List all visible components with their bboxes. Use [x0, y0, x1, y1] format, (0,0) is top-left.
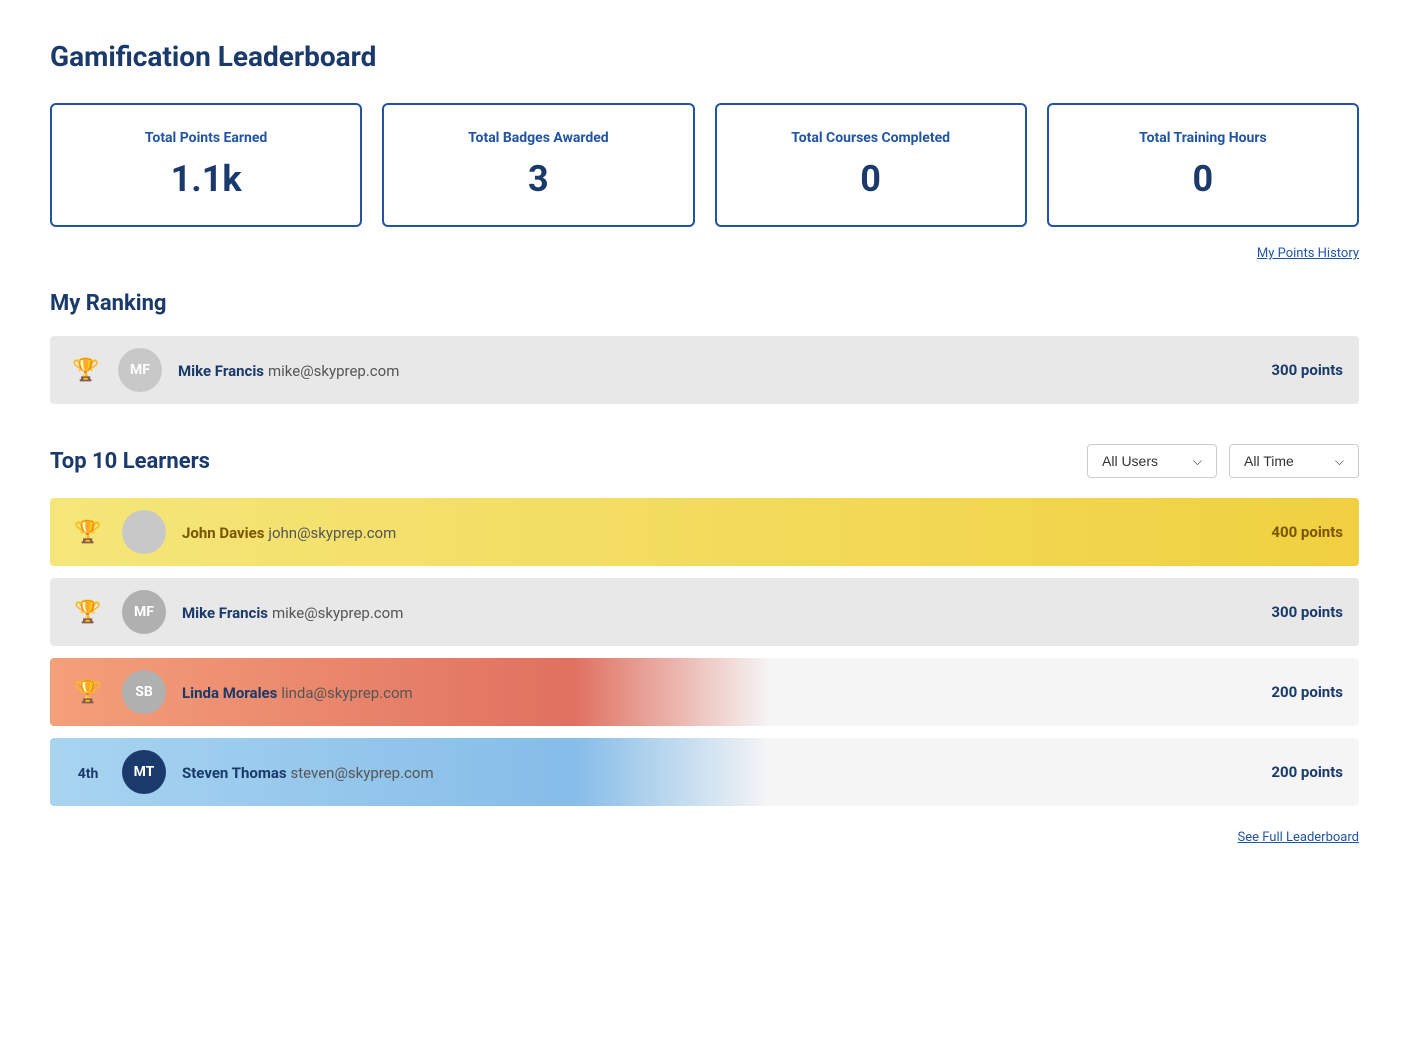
- learner-email-2: linda@skyprep.com: [281, 684, 412, 702]
- stat-value-2: 0: [737, 158, 1005, 200]
- rank-cell-0: 🏆: [66, 520, 110, 545]
- learner-email-1: mike@skyprep.com: [272, 604, 403, 622]
- stat-card-2: Total Courses Completed 0: [715, 103, 1027, 227]
- learner-row: 🏆SBLinda Morales linda@skyprep.com200 po…: [50, 658, 1359, 726]
- gold-trophy-icon: 🏆: [74, 520, 101, 545]
- my-ranking-avatar: MF: [118, 348, 162, 392]
- see-full-link-container: See Full Leaderboard: [50, 826, 1359, 845]
- points-history-link-container: My Points History: [50, 242, 1359, 261]
- chevron-down-icon-2: ⌵: [1335, 454, 1344, 469]
- page-title: Gamification Leaderboard: [50, 40, 1359, 73]
- learner-info-2: Linda Morales linda@skyprep.com: [182, 683, 1271, 702]
- stat-value-0: 1.1k: [72, 158, 340, 200]
- avatar-3: MT: [122, 750, 166, 794]
- rank-cell-2: 🏆: [66, 680, 110, 705]
- learner-email-0: john@skyprep.com: [268, 524, 396, 542]
- learner-row: 4thMTSteven Thomas steven@skyprep.com200…: [50, 738, 1359, 806]
- my-ranking-name: Mike Francis: [178, 362, 264, 380]
- learner-points-1: 300 points: [1271, 603, 1343, 621]
- stat-label-1: Total Badges Awarded: [404, 130, 672, 146]
- stat-label-0: Total Points Earned: [72, 130, 340, 146]
- avatar-0: [122, 510, 166, 554]
- learners-list: 🏆John Davies john@skyprep.com400 points🏆…: [50, 498, 1359, 806]
- learner-name-1: Mike Francis: [182, 604, 268, 622]
- rank-cell-1: 🏆: [66, 600, 110, 625]
- filter-time-label: All Time: [1244, 453, 1294, 469]
- top10-header: Top 10 Learners All Users ⌵ All Time ⌵: [50, 444, 1359, 478]
- my-ranking-email: mike@skyprep.com: [268, 362, 399, 380]
- stat-label-3: Total Training Hours: [1069, 130, 1337, 146]
- learner-points-0: 400 points: [1271, 523, 1343, 541]
- my-rank-trophy-icon: 🏆: [66, 358, 106, 383]
- learner-points-3: 200 points: [1271, 763, 1343, 781]
- filter-dropdowns: All Users ⌵ All Time ⌵: [1087, 444, 1359, 478]
- points-history-link[interactable]: My Points History: [1257, 246, 1359, 261]
- stat-value-3: 0: [1069, 158, 1337, 200]
- silver-trophy-icon: 🏆: [74, 600, 101, 625]
- avatar-2: SB: [122, 670, 166, 714]
- my-ranking-points: 300 points: [1271, 361, 1343, 379]
- learner-points-2: 200 points: [1271, 683, 1343, 701]
- avatar-1: MF: [122, 590, 166, 634]
- chevron-down-icon: ⌵: [1193, 454, 1202, 469]
- stat-value-1: 3: [404, 158, 672, 200]
- see-full-leaderboard-link[interactable]: See Full Leaderboard: [1238, 830, 1360, 845]
- my-ranking-title: My Ranking: [50, 291, 1359, 316]
- filter-users-label: All Users: [1102, 453, 1158, 469]
- rank-cell-3: 4th: [66, 763, 110, 782]
- top10-title: Top 10 Learners: [50, 449, 1087, 474]
- stats-grid: Total Points Earned 1.1k Total Badges Aw…: [50, 103, 1359, 227]
- stat-card-0: Total Points Earned 1.1k: [50, 103, 362, 227]
- my-ranking-info: Mike Francis mike@skyprep.com: [178, 361, 1271, 380]
- bronze-trophy-icon: 🏆: [74, 680, 101, 705]
- learner-name-3: Steven Thomas: [182, 764, 287, 782]
- learner-name-0: John Davies: [182, 524, 264, 542]
- stat-card-1: Total Badges Awarded 3: [382, 103, 694, 227]
- learner-info-3: Steven Thomas steven@skyprep.com: [182, 763, 1271, 782]
- learner-email-3: steven@skyprep.com: [291, 764, 434, 782]
- rank-number-3: 4th: [78, 766, 99, 782]
- learner-row: 🏆MFMike Francis mike@skyprep.com300 poin…: [50, 578, 1359, 646]
- learner-info-0: John Davies john@skyprep.com: [182, 523, 1271, 542]
- learner-info-1: Mike Francis mike@skyprep.com: [182, 603, 1271, 622]
- learner-name-2: Linda Morales: [182, 684, 277, 702]
- learner-row: 🏆John Davies john@skyprep.com400 points: [50, 498, 1359, 566]
- stat-card-3: Total Training Hours 0: [1047, 103, 1359, 227]
- top10-section: Top 10 Learners All Users ⌵ All Time ⌵ 🏆…: [50, 444, 1359, 845]
- stat-label-2: Total Courses Completed: [737, 130, 1005, 146]
- my-ranking-section: My Ranking 🏆 MF Mike Francis mike@skypre…: [50, 291, 1359, 404]
- filter-users-dropdown[interactable]: All Users ⌵: [1087, 444, 1217, 478]
- filter-time-dropdown[interactable]: All Time ⌵: [1229, 444, 1359, 478]
- my-ranking-row: 🏆 MF Mike Francis mike@skyprep.com 300 p…: [50, 336, 1359, 404]
